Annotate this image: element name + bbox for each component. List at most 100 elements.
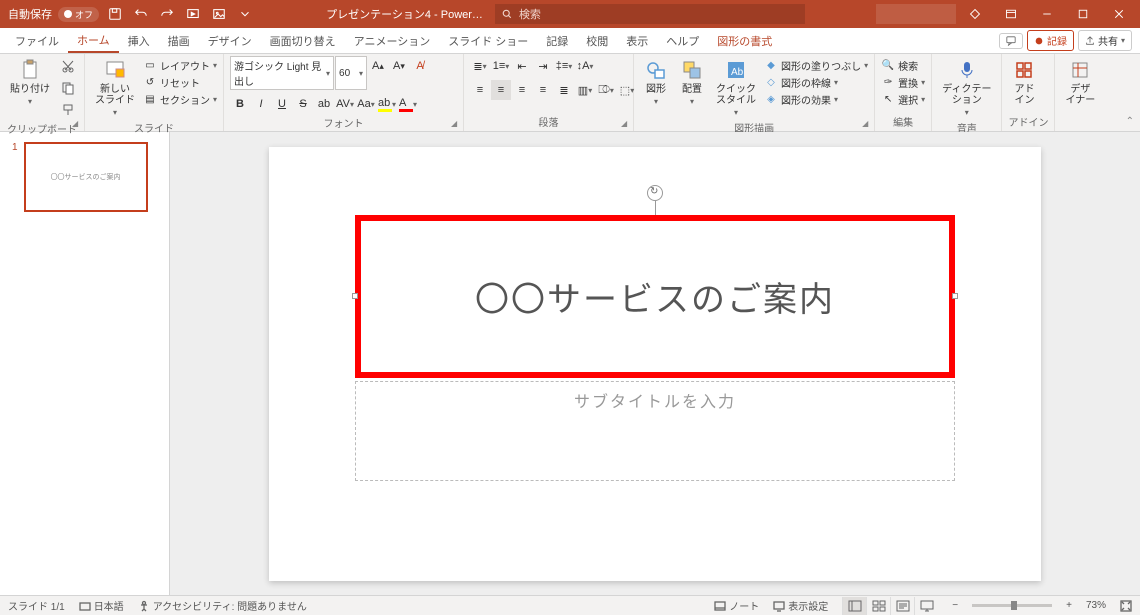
slide-counter[interactable]: スライド 1/1 [8,598,65,613]
tab-draw[interactable]: 描画 [159,28,199,53]
title-text[interactable]: 〇〇サービスのご案内 [475,272,835,321]
maximize-icon[interactable] [1066,0,1100,28]
notes-button[interactable]: ノート [714,598,759,613]
user-account[interactable] [876,4,956,24]
subtitle-placeholder[interactable]: サブタイトルを入力 [355,381,955,481]
fit-to-window-icon[interactable] [1120,600,1132,612]
quick-styles-button[interactable]: Abクイック スタイル▾ [712,56,760,119]
minimize-icon[interactable] [1030,0,1064,28]
increase-indent-icon[interactable]: ⇥ [533,56,553,76]
language-button[interactable]: 日本語 [79,598,124,613]
clear-formatting-icon[interactable]: A̸ [410,56,430,76]
align-left-icon[interactable]: ≡ [470,80,490,100]
undo-icon[interactable] [131,4,151,24]
diamond-icon[interactable] [958,0,992,28]
tab-help[interactable]: ヘルプ [657,28,708,53]
columns-icon[interactable]: ▥▾ [575,80,595,100]
tab-home[interactable]: ホーム [68,28,119,53]
font-color-icon[interactable]: A▾ [398,94,418,114]
find-button[interactable]: 🔍検索 [881,58,925,73]
search-box[interactable]: 検索 [495,4,805,24]
increase-font-icon[interactable]: A▴ [368,56,388,76]
picture-icon[interactable] [209,4,229,24]
slide[interactable]: 〇〇サービスのご案内 サブタイトルを入力 [269,147,1041,581]
designer-button[interactable]: デザ イナー [1061,56,1099,108]
tab-file[interactable]: ファイル [6,28,68,53]
italic-button[interactable]: I [251,94,271,114]
collapse-ribbon-icon[interactable]: ⌃ [1126,116,1134,127]
distribute-icon[interactable]: ≣ [554,80,574,100]
tab-transitions[interactable]: 画面切り替え [261,28,345,53]
qat-more-icon[interactable] [235,4,255,24]
copy-icon[interactable] [58,78,78,98]
cut-icon[interactable] [58,56,78,76]
addins-button[interactable]: アド イン [1008,56,1040,108]
resize-handle-right[interactable] [952,293,958,299]
subtitle-text[interactable]: サブタイトルを入力 [574,388,736,412]
record-button[interactable]: 記録 [1027,30,1074,51]
tab-record[interactable]: 記録 [537,28,577,53]
slide-canvas[interactable]: 〇〇サービスのご案内 サブタイトルを入力 [170,132,1140,595]
line-spacing-icon[interactable]: ‡≡▾ [554,56,574,76]
strikethrough-button[interactable]: S [293,94,313,114]
new-slide-button[interactable]: 新しい スライド▾ [91,56,139,119]
shapes-button[interactable]: 図形▾ [640,56,672,108]
rotation-handle-icon[interactable] [647,185,663,201]
numbering-icon[interactable]: 1≡▾ [491,56,511,76]
align-center-icon[interactable]: ≡ [491,80,511,100]
sorter-view-icon[interactable] [866,597,890,615]
layout-button[interactable]: ▭レイアウト▾ [143,58,217,73]
normal-view-icon[interactable] [842,597,866,615]
ribbon-display-icon[interactable] [994,0,1028,28]
close-icon[interactable] [1102,0,1136,28]
reset-button[interactable]: ↺リセット [143,75,217,90]
tab-slideshow[interactable]: スライド ショー [439,28,537,53]
reading-view-icon[interactable] [890,597,914,615]
zoom-level[interactable]: 73% [1086,600,1106,611]
accessibility-button[interactable]: アクセシビリティ: 問題ありません [138,598,307,613]
format-painter-icon[interactable] [58,100,78,120]
redo-icon[interactable] [157,4,177,24]
clipboard-launcher-icon[interactable]: ◢ [72,119,82,129]
thumbnail-pane[interactable]: 1 〇〇サービスのご案内 [0,132,170,595]
font-size-select[interactable]: 60▾ [335,56,367,90]
save-icon[interactable] [105,4,125,24]
resize-handle-left[interactable] [352,293,358,299]
align-text-icon[interactable]: ⎄▾ [596,80,616,100]
slideshow-view-icon[interactable] [914,597,938,615]
bold-button[interactable]: B [230,94,250,114]
replace-button[interactable]: ✑置換▾ [881,75,925,90]
change-case-icon[interactable]: Aa▾ [356,94,376,114]
bullets-icon[interactable]: ≣▾ [470,56,490,76]
tab-review[interactable]: 校閲 [577,28,617,53]
drawing-launcher-icon[interactable]: ◢ [862,119,872,129]
section-button[interactable]: ▤セクション▾ [143,92,217,107]
slide-thumbnail[interactable]: 〇〇サービスのご案内 [24,142,148,212]
paragraph-launcher-icon[interactable]: ◢ [621,119,631,129]
zoom-slider[interactable] [972,604,1052,607]
shape-outline-button[interactable]: ◇図形の枠線▾ [764,75,868,90]
comments-button[interactable] [999,33,1023,49]
tab-design[interactable]: デザイン [199,28,261,53]
arrange-button[interactable]: 配置▾ [676,56,708,108]
share-button[interactable]: 共有▾ [1078,30,1132,51]
shadow-button[interactable]: ab [314,94,334,114]
tab-shape-format[interactable]: 図形の書式 [708,28,781,53]
text-direction-icon[interactable]: ↕A▾ [575,56,595,76]
select-button[interactable]: ↖選択▾ [881,92,925,107]
underline-button[interactable]: U [272,94,292,114]
justify-icon[interactable]: ≡ [533,80,553,100]
title-placeholder[interactable]: 〇〇サービスのご案内 [355,215,955,378]
decrease-indent-icon[interactable]: ⇤ [512,56,532,76]
autosave-toggle[interactable]: オフ [58,7,99,22]
tab-animations[interactable]: アニメーション [345,28,440,53]
decrease-font-icon[interactable]: A▾ [389,56,409,76]
shape-fill-button[interactable]: ◆図形の塗りつぶし▾ [764,58,868,73]
shape-effects-button[interactable]: ◈図形の効果▾ [764,92,868,107]
char-spacing-icon[interactable]: AV▾ [335,94,355,114]
highlight-color-icon[interactable]: ab▾ [377,94,397,114]
zoom-out-icon[interactable]: − [952,600,958,611]
display-settings-button[interactable]: 表示設定 [773,598,828,613]
tab-view[interactable]: 表示 [617,28,657,53]
zoom-in-icon[interactable]: + [1066,600,1072,611]
